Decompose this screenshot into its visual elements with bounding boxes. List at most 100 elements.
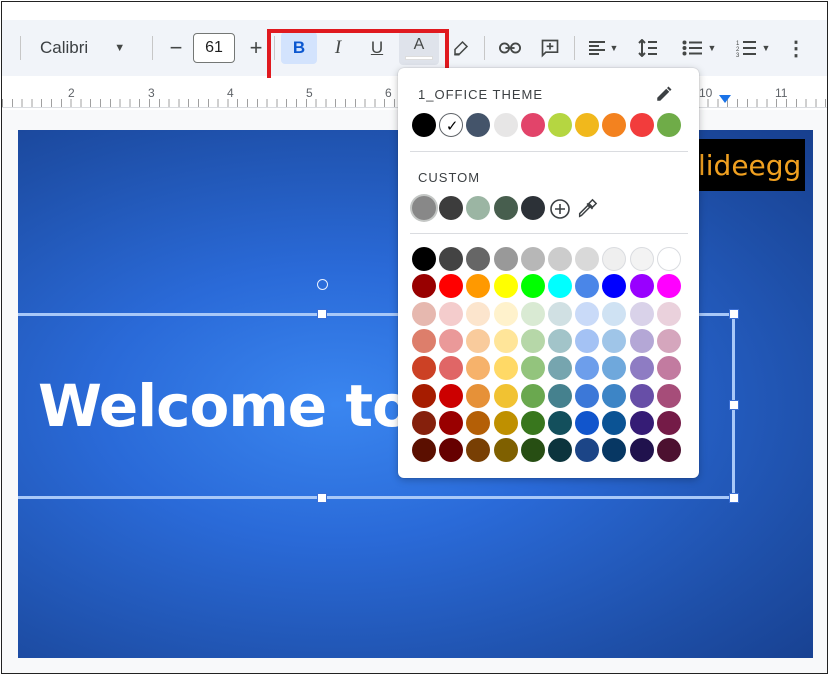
- numbered-list-dropdown[interactable]: 123 ▼: [730, 32, 776, 64]
- theme-color-swatch[interactable]: [466, 113, 491, 137]
- color-grid-swatch[interactable]: [466, 274, 491, 299]
- align-dropdown[interactable]: ▼: [582, 32, 624, 64]
- color-grid-swatch[interactable]: [412, 247, 436, 271]
- color-grid-swatch[interactable]: [629, 356, 654, 381]
- color-grid-swatch[interactable]: [493, 274, 518, 299]
- color-grid-swatch[interactable]: [439, 438, 464, 463]
- color-grid-swatch[interactable]: [656, 383, 681, 408]
- color-grid-swatch[interactable]: [439, 383, 464, 408]
- font-size-input[interactable]: 61: [193, 33, 235, 63]
- color-grid-swatch[interactable]: [629, 438, 654, 463]
- custom-color-swatch[interactable]: [439, 196, 464, 220]
- color-grid-swatch[interactable]: [602, 301, 627, 326]
- color-grid-swatch[interactable]: [439, 328, 464, 353]
- color-grid-swatch[interactable]: [575, 274, 600, 299]
- theme-color-swatch[interactable]: [575, 113, 600, 137]
- color-grid-swatch[interactable]: [439, 247, 464, 271]
- color-grid-swatch[interactable]: [602, 438, 627, 463]
- bullet-list-dropdown[interactable]: ▼: [676, 32, 722, 64]
- color-grid-swatch[interactable]: [602, 247, 627, 271]
- color-grid-swatch[interactable]: [602, 383, 627, 408]
- color-grid-swatch[interactable]: [466, 438, 491, 463]
- color-grid-swatch[interactable]: [575, 247, 600, 271]
- resize-handle-right[interactable]: [729, 400, 739, 410]
- color-grid-swatch[interactable]: [439, 410, 464, 435]
- color-grid-swatch[interactable]: [629, 383, 654, 408]
- color-grid-swatch[interactable]: [493, 438, 518, 463]
- color-grid-swatch[interactable]: [548, 274, 572, 299]
- resize-handle-top-right[interactable]: [729, 309, 739, 319]
- color-grid-swatch[interactable]: [412, 438, 436, 463]
- color-grid-swatch[interactable]: [575, 438, 600, 463]
- theme-color-swatch[interactable]: ✓: [439, 113, 464, 137]
- color-grid-swatch[interactable]: [520, 247, 545, 271]
- highlighter-icon[interactable]: [448, 32, 474, 64]
- color-grid-swatch[interactable]: [439, 356, 464, 381]
- color-grid-swatch[interactable]: [602, 274, 627, 299]
- color-grid-swatch[interactable]: [493, 383, 518, 408]
- color-grid-swatch[interactable]: [548, 301, 572, 326]
- color-grid-swatch[interactable]: [412, 356, 436, 381]
- color-grid-swatch[interactable]: [466, 247, 491, 271]
- color-grid-swatch[interactable]: [629, 301, 654, 326]
- color-grid-swatch[interactable]: [439, 274, 464, 299]
- theme-color-swatch[interactable]: [493, 113, 518, 137]
- color-grid-swatch[interactable]: [520, 274, 545, 299]
- rotate-handle[interactable]: [317, 279, 328, 290]
- color-grid-swatch[interactable]: [493, 410, 518, 435]
- color-grid-swatch[interactable]: [656, 274, 681, 299]
- color-grid-swatch[interactable]: [629, 410, 654, 435]
- color-grid-swatch[interactable]: [602, 328, 627, 353]
- color-grid-swatch[interactable]: [575, 328, 600, 353]
- theme-color-swatch[interactable]: [656, 113, 681, 137]
- color-grid-swatch[interactable]: [548, 247, 572, 271]
- theme-color-swatch[interactable]: [520, 113, 545, 137]
- edit-theme-pencil-icon[interactable]: [655, 85, 673, 103]
- color-grid-swatch[interactable]: [412, 383, 436, 408]
- color-grid-swatch[interactable]: [575, 356, 600, 381]
- color-grid-swatch[interactable]: [493, 328, 518, 353]
- color-grid-swatch[interactable]: [575, 383, 600, 408]
- link-icon[interactable]: [495, 32, 525, 64]
- theme-color-swatch[interactable]: [602, 113, 627, 137]
- color-grid-swatch[interactable]: [466, 410, 491, 435]
- add-custom-color-icon[interactable]: [549, 198, 571, 220]
- resize-handle-bottom-right[interactable]: [729, 493, 739, 503]
- color-grid-swatch[interactable]: [548, 383, 572, 408]
- increase-font-size-button[interactable]: +: [242, 32, 270, 64]
- color-grid-swatch[interactable]: [439, 301, 464, 326]
- color-grid-swatch[interactable]: [656, 356, 681, 381]
- color-grid-swatch[interactable]: [548, 410, 572, 435]
- color-grid-swatch[interactable]: [466, 383, 491, 408]
- color-grid-swatch[interactable]: [602, 356, 627, 381]
- theme-color-swatch[interactable]: [412, 113, 436, 137]
- color-grid-swatch[interactable]: [520, 301, 545, 326]
- color-grid-swatch[interactable]: [656, 438, 681, 463]
- color-grid-swatch[interactable]: [493, 356, 518, 381]
- color-grid-swatch[interactable]: [466, 301, 491, 326]
- color-grid-swatch[interactable]: [575, 410, 600, 435]
- color-grid-swatch[interactable]: [493, 301, 518, 326]
- color-grid-swatch[interactable]: [466, 356, 491, 381]
- color-grid-swatch[interactable]: [520, 438, 545, 463]
- color-grid-swatch[interactable]: [656, 247, 681, 271]
- custom-color-swatch[interactable]: [520, 196, 545, 220]
- color-grid-swatch[interactable]: [548, 328, 572, 353]
- color-grid-swatch[interactable]: [520, 356, 545, 381]
- color-grid-swatch[interactable]: [656, 328, 681, 353]
- color-grid-swatch[interactable]: [493, 247, 518, 271]
- color-grid-swatch[interactable]: [656, 410, 681, 435]
- font-family-dropdown[interactable]: Calibri ▼: [22, 32, 132, 64]
- custom-color-swatch[interactable]: [466, 196, 491, 220]
- custom-color-swatch[interactable]: [412, 196, 436, 220]
- theme-color-swatch[interactable]: [629, 113, 654, 137]
- custom-color-swatch[interactable]: [493, 196, 518, 220]
- comment-icon[interactable]: [535, 32, 565, 64]
- resize-handle-top[interactable]: [317, 309, 327, 319]
- color-grid-swatch[interactable]: [412, 328, 436, 353]
- color-grid-swatch[interactable]: [629, 247, 654, 271]
- theme-color-swatch[interactable]: [548, 113, 572, 137]
- color-grid-swatch[interactable]: [629, 274, 654, 299]
- color-grid-swatch[interactable]: [575, 301, 600, 326]
- color-grid-swatch[interactable]: [520, 383, 545, 408]
